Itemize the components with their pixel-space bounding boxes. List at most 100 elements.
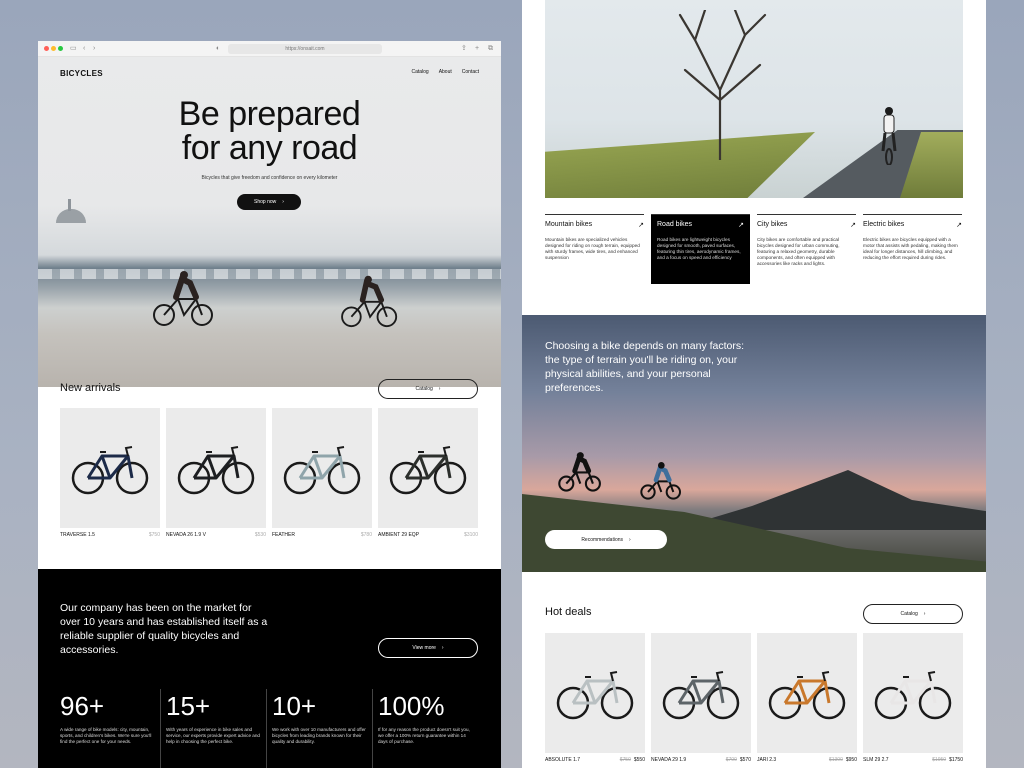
product-image[interactable] bbox=[545, 633, 645, 753]
arrow-up-right-icon[interactable]: ↗ bbox=[956, 221, 962, 229]
product-image[interactable] bbox=[166, 408, 266, 528]
product-image[interactable] bbox=[651, 633, 751, 753]
bicycle-image bbox=[768, 671, 846, 720]
address-bar[interactable]: https://onsait.com bbox=[228, 44, 382, 54]
stat-number: 96+ bbox=[60, 691, 105, 721]
bicycle-image bbox=[389, 446, 467, 495]
close-window-button[interactable] bbox=[44, 46, 49, 51]
company-description: Our company has been on the market for o… bbox=[60, 602, 268, 656]
stat-block: 96+ A wide range of bike models: city, mo… bbox=[60, 691, 160, 745]
category-title[interactable]: Mountain bikes bbox=[545, 221, 592, 229]
stat-divider bbox=[372, 689, 373, 768]
category-card[interactable]: City bikes ↗ City bikes are comfortable an… bbox=[757, 214, 856, 284]
nav-catalog[interactable]: Catalog bbox=[411, 69, 428, 75]
product-name[interactable]: NEVADA 26 1.9 V bbox=[166, 532, 206, 538]
product-price: $750 bbox=[148, 532, 160, 538]
bicycle-image bbox=[71, 446, 149, 495]
shop-now-button[interactable]: Shop now › bbox=[237, 194, 301, 210]
landing-page-left: ▭ ‹ › ◐ https://onsait.com ⇪ + ⧉ BICYCLE… bbox=[38, 41, 501, 768]
stat-description: We work with over 10 manufacturers and o… bbox=[272, 727, 366, 744]
product-name[interactable]: NEVADA 29 1.9 bbox=[651, 757, 686, 763]
arrow-up-right-icon[interactable]: ↗ bbox=[638, 221, 644, 229]
product-price: $780 bbox=[360, 532, 372, 538]
category-card[interactable]: Road bikes ↗ Road bikes are lightweight bi… bbox=[651, 214, 750, 284]
stat-description: A wide range of bike models: city, mount… bbox=[60, 727, 152, 744]
tree-image bbox=[678, 10, 767, 160]
product-name[interactable]: JARI 2.3 bbox=[757, 757, 776, 763]
bicycle-image bbox=[283, 446, 361, 495]
product-card[interactable]: AMBIENT 29 EQP $3100 bbox=[378, 408, 478, 538]
product-price: $530 bbox=[254, 532, 266, 538]
category-title[interactable]: Electric bikes bbox=[863, 221, 904, 229]
product-name[interactable]: ABSOLUTE 1.7 bbox=[545, 757, 580, 763]
cyclist-silhouette bbox=[640, 462, 681, 500]
category-title[interactable]: City bikes bbox=[757, 221, 787, 229]
old-price: $1300 bbox=[828, 757, 843, 763]
sale-price: $570 bbox=[739, 757, 751, 763]
arrow-up-right-icon[interactable]: ↗ bbox=[738, 221, 744, 229]
category-card[interactable]: Electric bikes ↗ Electric bikes are bicycl… bbox=[863, 214, 962, 284]
product-image[interactable] bbox=[757, 633, 857, 753]
product-image[interactable] bbox=[378, 408, 478, 528]
product-card[interactable]: NEVADA 29 1.9 $700 $570 bbox=[651, 633, 751, 763]
nav-about[interactable]: About bbox=[439, 69, 452, 75]
stat-number: 10+ bbox=[272, 691, 317, 721]
landing-page-right: Mountain bikes ↗ Mountain bikes are specia… bbox=[522, 0, 986, 768]
recommendations-button[interactable]: Recommendations › bbox=[545, 530, 667, 549]
banner-text: Choosing a bike depends on many factors:… bbox=[545, 340, 745, 394]
product-card[interactable]: SLM 29 2.7 $1950 $1750 bbox=[863, 633, 963, 763]
category-title[interactable]: Road bikes bbox=[657, 221, 692, 229]
view-more-button[interactable]: View more › bbox=[378, 638, 478, 658]
sale-price: $1750 bbox=[949, 757, 963, 763]
arrow-up-right-icon[interactable]: ↗ bbox=[850, 221, 856, 229]
sidebar-icon[interactable]: ▭ bbox=[70, 44, 77, 54]
cyclist-silhouette bbox=[881, 107, 897, 165]
browser-toolbar: ▭ ‹ › ◐ https://onsait.com ⇪ + ⧉ bbox=[38, 41, 501, 57]
catalog-button[interactable]: Catalog › bbox=[378, 379, 478, 399]
hero-subtitle: Bicycles that give freedom and confidenc… bbox=[201, 175, 338, 181]
product-card[interactable]: FEATHER $780 bbox=[272, 408, 372, 538]
product-name[interactable]: SLM 29 2.7 bbox=[863, 757, 889, 763]
back-icon[interactable]: ‹ bbox=[83, 44, 85, 54]
bicycle-image bbox=[556, 671, 634, 720]
cyclist-silhouette bbox=[341, 275, 398, 328]
cyclist-silhouette bbox=[558, 452, 601, 492]
forward-icon[interactable]: › bbox=[93, 44, 95, 54]
maximize-window-button[interactable] bbox=[58, 46, 63, 51]
stat-block: 15+ With years of experience in bike sale… bbox=[166, 691, 266, 745]
category-description: Road bikes are lightweight bicycles desi… bbox=[657, 237, 741, 260]
hero-title: Be prepared for any road bbox=[178, 95, 361, 167]
product-card[interactable]: ABSOLUTE 1.7 $750 $550 bbox=[545, 633, 645, 763]
brand-logo[interactable]: BICYCLES bbox=[60, 69, 103, 78]
product-name[interactable]: FEATHER bbox=[272, 532, 295, 538]
minimize-window-button[interactable] bbox=[51, 46, 56, 51]
product-image[interactable] bbox=[863, 633, 963, 753]
product-card[interactable]: TRAVERSE 1.5 $750 bbox=[60, 408, 160, 538]
product-image[interactable] bbox=[272, 408, 372, 528]
privacy-icon[interactable]: ◐ bbox=[216, 44, 220, 54]
stat-divider bbox=[160, 689, 161, 768]
main-nav: Catalog About Contact bbox=[411, 69, 479, 75]
product-name[interactable]: TRAVERSE 1.5 bbox=[60, 532, 95, 538]
stat-divider bbox=[266, 689, 267, 768]
stat-block: 100% If for any reason the product doesn'… bbox=[378, 691, 478, 745]
catalog-button[interactable]: Catalog › bbox=[863, 604, 963, 624]
product-card[interactable]: JARI 2.3 $1300 $950 bbox=[757, 633, 857, 763]
product-name[interactable]: AMBIENT 29 EQP bbox=[378, 532, 419, 538]
share-icon[interactable]: ⇪ bbox=[461, 44, 467, 54]
bicycle-image bbox=[662, 671, 740, 720]
category-card[interactable]: Mountain bikes ↗ Mountain bikes are specia… bbox=[545, 214, 644, 284]
tabs-overview-icon[interactable]: ⧉ bbox=[488, 44, 493, 54]
old-price: $1950 bbox=[932, 757, 947, 763]
product-card[interactable]: NEVADA 26 1.9 V $530 bbox=[166, 408, 266, 538]
chevron-right-icon: › bbox=[438, 386, 441, 392]
chevron-right-icon: › bbox=[441, 645, 444, 651]
new-tab-icon[interactable]: + bbox=[475, 44, 479, 54]
nav-contact[interactable]: Contact bbox=[462, 69, 479, 75]
bicycle-image bbox=[177, 446, 255, 495]
about-company-section: Our company has been on the market for o… bbox=[38, 569, 501, 768]
sunset-banner: Choosing a bike depends on many factors:… bbox=[522, 315, 986, 572]
old-price: $750 bbox=[619, 757, 631, 763]
old-price: $700 bbox=[725, 757, 737, 763]
product-image[interactable] bbox=[60, 408, 160, 528]
